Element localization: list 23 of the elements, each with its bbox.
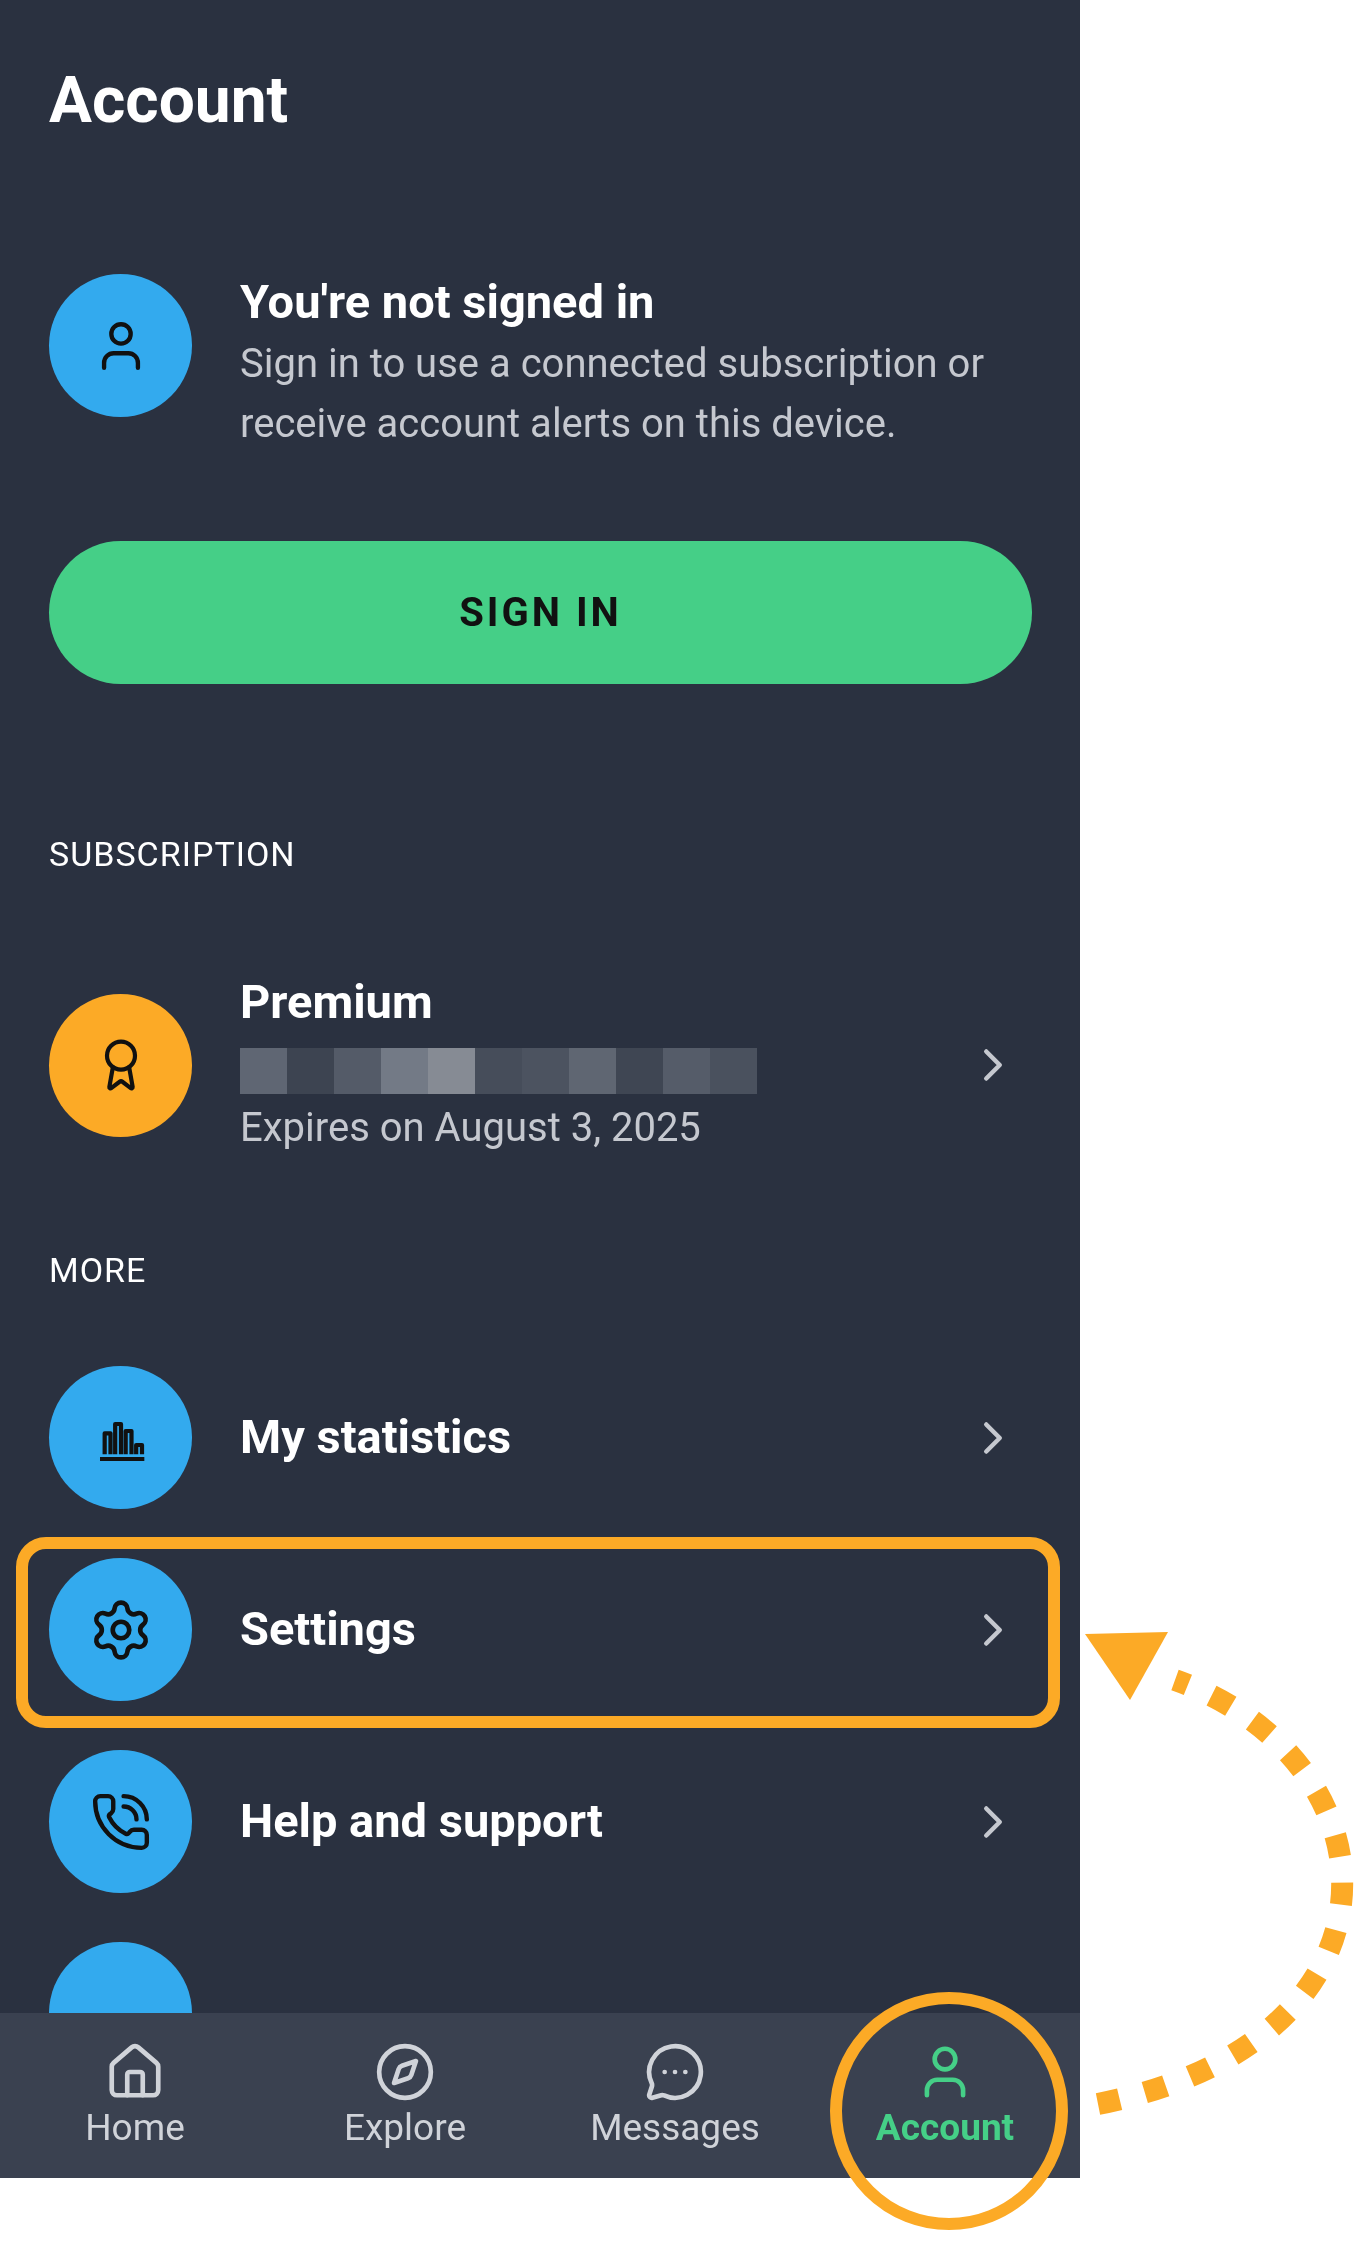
nav-tab-label: Messages <box>590 2104 760 2151</box>
nav-tab-label: Home <box>85 2104 185 2151</box>
page-title: Account <box>49 62 290 140</box>
nav-tab[interactable]: Explore <box>270 2013 540 2178</box>
subscription-title: Premium <box>240 974 434 1030</box>
menu-item-label: Settings <box>240 1600 417 1659</box>
menu-item-label: Help and support <box>240 1792 604 1851</box>
menu-item[interactable]: My statistics <box>49 1366 1032 1509</box>
sign-in-description: Sign in to use a connected subscription or receive account alerts on this device. <box>240 339 985 449</box>
subscription-expiry: Expires on August 3, 2025 <box>240 1103 702 1153</box>
subscription-item[interactable]: Premium Expires on August 3, 2025 <box>49 974 1032 1156</box>
nav-tab[interactable]: Home <box>0 2013 270 2178</box>
nav-tab[interactable]: Messages <box>540 2013 810 2178</box>
menu-item[interactable]: Help and support <box>49 1750 1032 1893</box>
sign-in-button[interactable]: SIGN IN <box>49 541 1032 684</box>
sign-in-status-title: You're not signed in <box>240 274 656 330</box>
nav-tab-label: Account <box>875 2104 1015 2151</box>
menu-item-label: My statistics <box>240 1408 513 1467</box>
nav-tab-label: Explore <box>343 2104 467 2151</box>
section-heading: SUBSCRIPTION <box>49 834 297 874</box>
menu-item[interactable]: Settings <box>49 1558 1032 1701</box>
nav-tab[interactable]: Account <box>810 2013 1080 2178</box>
section-heading: MORE <box>49 1250 148 1290</box>
